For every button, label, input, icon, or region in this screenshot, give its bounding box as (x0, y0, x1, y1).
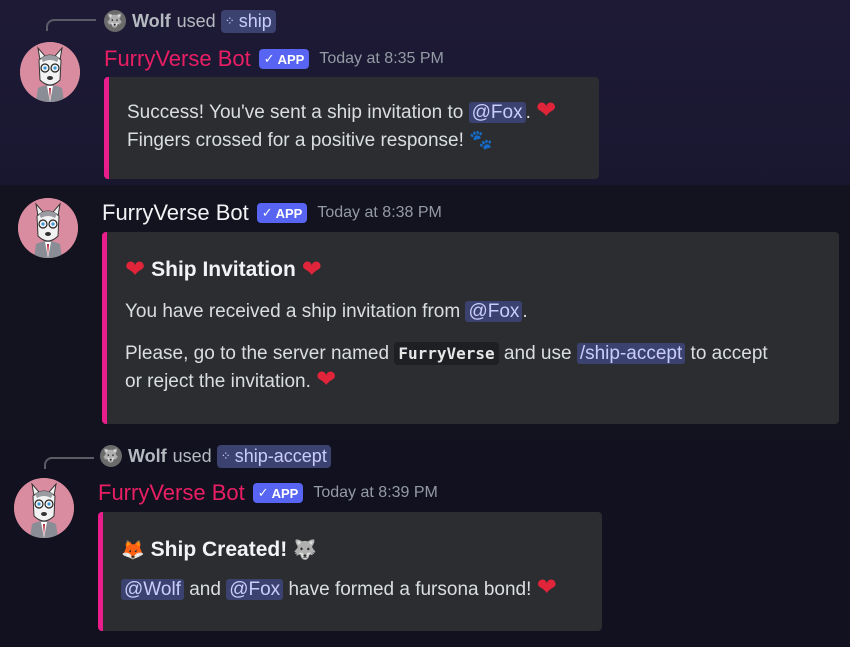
slash-command-mention[interactable]: /ship-accept (576, 343, 686, 364)
embed-line-2: Please, go to the server named FurryVers… (125, 340, 839, 368)
embed-success: Success! You've sent a ship invitation t… (104, 77, 599, 179)
message-header: FurryVerse Bot ✓ APP Today at 8:38 PM (102, 198, 442, 228)
embed-ship-invitation: ❤ Ship Invitation ❤ You have received a … (102, 232, 839, 424)
embed-text: Success! You've sent a ship invitation t… (127, 102, 469, 123)
message-1: 🐺 Wolf used ⁘ ship FurryVerse Bot ✓ APP T… (0, 0, 850, 185)
reply-connector (44, 457, 94, 469)
mention-wolf[interactable]: @Wolf (121, 579, 184, 600)
embed-line-1: @Wolf and @Fox have formed a fursona bon… (121, 576, 602, 604)
check-icon: ✓ (261, 205, 273, 220)
embed-title-text: Ship Created! (150, 538, 288, 561)
command-label: ship (238, 10, 272, 31)
embed-text: Fingers crossed for a positive response! (127, 130, 464, 151)
embed-title: ❤ Ship Invitation ❤ (125, 258, 839, 282)
heart-icon: ❤ (536, 574, 557, 601)
bot-avatar-image (20, 42, 80, 102)
slash-command-chip[interactable]: ⁘ ship (220, 9, 276, 33)
wolf-avatar-icon[interactable]: 🐺 (104, 10, 126, 32)
heart-icon: ❤ (536, 97, 557, 124)
timestamp[interactable]: Today at 8:39 PM (313, 484, 438, 502)
slash-command-icon: ⁘ (224, 14, 235, 28)
reply-username[interactable]: Wolf (132, 11, 171, 32)
embed-title-text: Ship Invitation (151, 258, 296, 281)
wolf-icon: 🐺 (293, 540, 317, 561)
wolf-avatar-icon[interactable]: 🐺 (100, 445, 122, 467)
app-tag: ✓ APP (256, 203, 308, 223)
timestamp[interactable]: Today at 8:35 PM (319, 50, 444, 68)
embed-line-2: Fingers crossed for a positive response!… (127, 127, 599, 155)
embed-text: Please, go to the server named (125, 343, 395, 364)
embed-line-1: Success! You've sent a ship invitation t… (127, 99, 599, 127)
mention-fox[interactable]: @Fox (226, 579, 284, 600)
slash-command-chip[interactable]: ⁘ ship-accept (216, 444, 331, 468)
app-tag: ✓ APP (252, 483, 304, 503)
timestamp[interactable]: Today at 8:38 PM (317, 204, 442, 222)
heart-icon: ❤ (125, 256, 146, 283)
app-tag-label: APP (271, 485, 299, 501)
command-label: ship-accept (234, 445, 327, 466)
heart-icon: ❤ (301, 256, 322, 283)
bot-avatar[interactable] (20, 42, 80, 102)
bot-avatar-image (18, 198, 78, 258)
message-header: FurryVerse Bot ✓ APP Today at 8:39 PM (98, 478, 438, 508)
author-name[interactable]: FurryVerse Bot (102, 200, 249, 226)
app-tag-label: APP (275, 205, 303, 221)
embed-ship-created: 🦊 Ship Created! 🐺 @Wolf and @Fox have fo… (98, 512, 602, 631)
reply-used-label: used (172, 445, 212, 466)
slash-command-icon: ⁘ (220, 449, 231, 463)
author-name[interactable]: FurryVerse Bot (98, 480, 245, 506)
embed-line-3: or reject the invitation. ❤ (125, 368, 839, 396)
bot-avatar[interactable] (18, 198, 78, 258)
reply-used-label: used (176, 10, 216, 31)
embed-text: . (522, 301, 528, 322)
embed-text: and (183, 579, 227, 600)
message-3: 🐺 Wolf used ⁘ ship-accept FurryVerse Bot… (0, 440, 850, 647)
embed-text: or reject the invitation. (125, 371, 311, 392)
fox-icon: 🦊 (121, 540, 145, 561)
heart-icon: ❤ (316, 366, 337, 393)
embed-text: . (525, 102, 531, 123)
bot-avatar-image (14, 478, 74, 538)
server-name-code: FurryVerse (394, 342, 499, 365)
app-tag: ✓ APP (258, 49, 310, 69)
embed-line-1: You have received a ship invitation from… (125, 298, 839, 326)
author-name[interactable]: FurryVerse Bot (104, 46, 251, 72)
app-tag-label: APP (277, 51, 305, 67)
embed-text: and use (498, 343, 577, 364)
message-2: FurryVerse Bot ✓ APP Today at 8:38 PM ❤ S… (0, 185, 850, 440)
embed-text: You have received a ship invitation from (125, 301, 466, 322)
mention-fox[interactable]: @Fox (468, 102, 526, 123)
check-icon: ✓ (263, 51, 275, 66)
reply-username[interactable]: Wolf (128, 446, 167, 467)
bot-avatar[interactable] (14, 478, 74, 538)
message-header: FurryVerse Bot ✓ APP Today at 8:35 PM (104, 44, 444, 74)
mention-fox[interactable]: @Fox (465, 301, 523, 322)
embed-text: to accept (685, 343, 768, 364)
reply-bar[interactable]: 🐺 Wolf used ⁘ ship (104, 8, 276, 34)
embed-text: have formed a fursona bond! (283, 579, 532, 600)
reply-connector (46, 19, 96, 31)
check-icon: ✓ (257, 485, 269, 500)
embed-title: 🦊 Ship Created! 🐺 (121, 538, 602, 562)
reply-bar[interactable]: 🐺 Wolf used ⁘ ship-accept (100, 443, 331, 469)
paws-icon: 🐾 (469, 130, 493, 151)
